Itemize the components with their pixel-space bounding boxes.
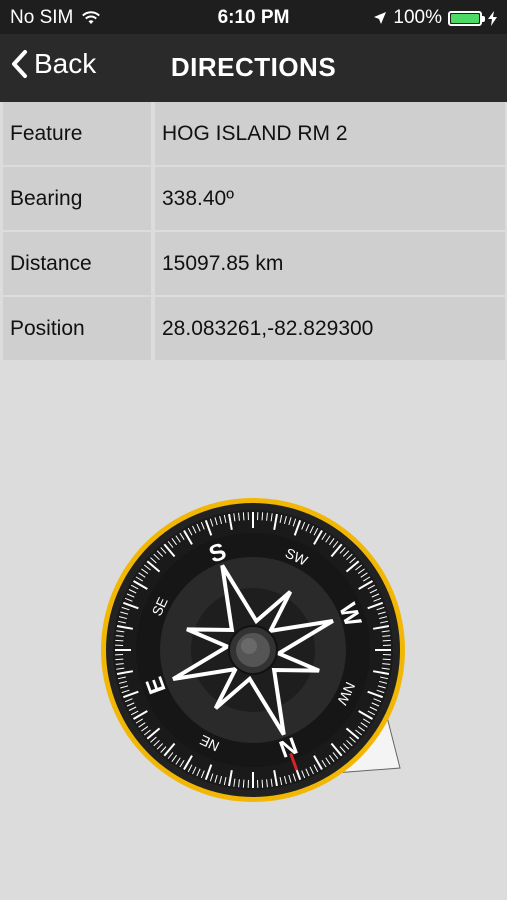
battery-icon (448, 10, 485, 26)
details-table: Feature HOG ISLAND RM 2 Bearing 338.40º … (0, 102, 507, 362)
navigation-bar: Back DIRECTIONS (0, 34, 507, 102)
row-value: HOG ISLAND RM 2 (155, 102, 505, 165)
row-label: Feature (3, 102, 151, 165)
table-row: Position 28.083261,-82.829300 (0, 297, 507, 360)
table-row: Bearing 338.40º (0, 167, 507, 230)
table-row: Distance 15097.85 km (0, 232, 507, 295)
page-title: DIRECTIONS (170, 52, 337, 82)
row-label: Position (3, 297, 151, 360)
table-row: Feature HOG ISLAND RM 2 (0, 102, 507, 165)
location-arrow-icon (374, 12, 387, 24)
row-value: 15097.85 km (155, 232, 505, 295)
row-label: Distance (3, 232, 151, 295)
status-bar: No SIM 6:10 PM 100% (0, 0, 507, 34)
charging-icon (488, 10, 497, 26)
row-value: 338.40º (155, 167, 505, 230)
compass: N E S W NE SE SW NW (98, 498, 418, 808)
row-value: 28.083261,-82.829300 (155, 297, 505, 360)
row-label: Bearing (3, 167, 151, 230)
battery-percent: 100% (393, 7, 442, 28)
